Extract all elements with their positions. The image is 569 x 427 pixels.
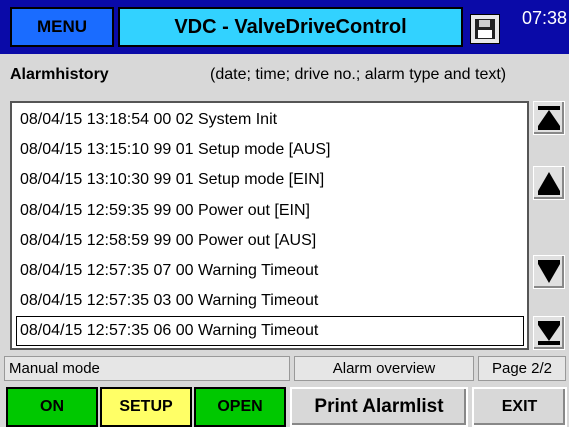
print-alarmlist-button[interactable]: Print Alarmlist [290, 387, 468, 427]
list-item[interactable]: 08/04/15 12:57:35 07 00 Warning Timeout [20, 256, 318, 286]
list-item[interactable]: 08/04/15 12:57:35 03 00 Warning Timeout [20, 286, 318, 316]
scroll-bottom-button[interactable] [533, 316, 565, 350]
app-title: VDC - ValveDriveControl [118, 7, 463, 47]
scroll-to-top-icon [538, 106, 560, 130]
page-indicator: Page 2/2 [478, 356, 566, 381]
scroll-up-button[interactable] [533, 166, 565, 200]
scroll-up-icon [538, 172, 560, 195]
page-title: Alarmhistory [10, 66, 109, 83]
mode-status: Manual mode [4, 356, 290, 381]
list-item[interactable]: 08/04/15 12:59:35 99 00 Power out [EIN] [20, 196, 310, 226]
scroll-top-button[interactable] [533, 101, 565, 135]
list-item-selected[interactable]: 08/04/15 12:57:35 06 00 Warning Timeout [20, 316, 318, 346]
open-button[interactable]: OPEN [194, 387, 286, 427]
floppy-disk-icon [475, 19, 495, 39]
clock: 07:38 [521, 8, 567, 28]
exit-button[interactable]: EXIT [472, 387, 567, 427]
scroll-down-button[interactable] [533, 255, 565, 289]
list-item[interactable]: 08/04/15 13:18:54 00 02 System Init [20, 105, 277, 135]
list-item[interactable]: 08/04/15 12:58:59 99 00 Power out [AUS] [20, 226, 316, 256]
scroll-to-bottom-icon [538, 321, 560, 345]
alarm-list[interactable]: 08/04/15 13:18:54 00 02 System Init 08/0… [10, 101, 529, 350]
menu-button[interactable]: MENU [10, 7, 114, 47]
on-button[interactable]: ON [6, 387, 98, 427]
list-item[interactable]: 08/04/15 13:10:30 99 01 Setup mode [EIN] [20, 165, 324, 195]
save-button[interactable] [470, 14, 500, 44]
view-status: Alarm overview [294, 356, 474, 381]
list-item[interactable]: 08/04/15 13:15:10 99 01 Setup mode [AUS] [20, 135, 330, 165]
column-description: (date; time; drive no.; alarm type and t… [210, 66, 507, 83]
scroll-down-icon [538, 260, 560, 283]
setup-button[interactable]: SETUP [100, 387, 192, 427]
